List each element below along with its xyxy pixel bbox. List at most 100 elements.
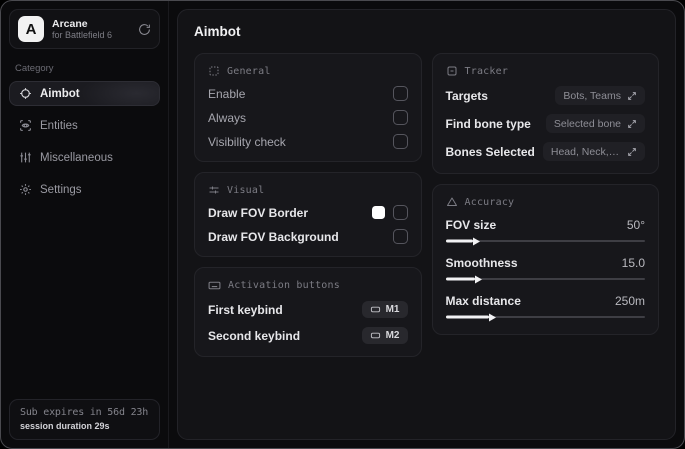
keyboard-icon: [208, 279, 221, 292]
control-group: [371, 205, 408, 220]
sub-expires-text: Sub expires in 56d 23h: [20, 407, 149, 418]
slider-value: 50°: [626, 218, 645, 232]
draw-fov-border-checkbox[interactable]: [392, 205, 408, 220]
bones-selected-dropdown[interactable]: Head, Neck, Body, Pe..: [542, 142, 645, 161]
sidebar-item-label: Settings: [40, 183, 82, 196]
card-title: General: [227, 65, 271, 77]
general-card: General Enable Always Visibility check: [194, 53, 422, 162]
second-keybind-button[interactable]: M2: [361, 327, 408, 344]
app-header: A Arcane for Battlefield 6: [9, 9, 160, 49]
main-panel: Aimbot General Enable Always Visibility …: [177, 9, 676, 440]
sidebar-item-settings[interactable]: Settings: [9, 177, 160, 202]
setting-row: Visibility check: [208, 134, 408, 149]
setting-row: Draw FOV Border: [208, 205, 408, 220]
sidebar: A Arcane for Battlefield 6 Category Aimb…: [1, 1, 169, 448]
app-name: Arcane: [52, 17, 88, 30]
app-logo: A: [18, 16, 44, 42]
scan-eye-icon: [19, 119, 32, 132]
slider-head: Max distance 250m: [446, 294, 646, 308]
fov-border-color-swatch[interactable]: [371, 206, 385, 219]
slider-fill: [445, 277, 476, 281]
setting-row: Draw FOV Background: [208, 229, 408, 244]
visual-card: Visual Draw FOV Border Draw FOV Backgrou…: [194, 172, 422, 257]
left-column: General Enable Always Visibility check V…: [194, 53, 422, 357]
first-keybind-button[interactable]: M1: [361, 301, 408, 318]
fov-size-row: FOV size 50°: [445, 218, 646, 246]
setting-label: Always: [208, 110, 247, 125]
mouse-icon: [370, 330, 381, 341]
max-distance-row: Max distance 250m: [445, 294, 646, 322]
slider-head: Smoothness 15.0: [446, 256, 646, 270]
setting-label: Max distance: [445, 294, 521, 308]
box-minus-icon: [446, 65, 458, 77]
app-meta: Arcane for Battlefield 6: [52, 18, 130, 40]
card-title: Visual: [227, 184, 265, 196]
card-title: Activation buttons: [228, 280, 340, 291]
right-column: Tracker Targets Bots, Teams Find bone ty…: [431, 53, 659, 335]
sidebar-item-label: Aimbot: [40, 87, 80, 100]
draw-fov-background-checkbox[interactable]: [392, 229, 408, 244]
card-title: Accuracy: [464, 196, 515, 208]
always-checkbox[interactable]: [392, 110, 408, 125]
find-bone-type-dropdown[interactable]: Selected bone: [545, 114, 645, 133]
accuracy-card: Accuracy FOV size 50° Smoothness 15.0 Ma…: [431, 184, 659, 335]
sidebar-item-aimbot[interactable]: Aimbot: [9, 81, 160, 106]
keybind-value: M1: [385, 304, 400, 315]
setting-row: Always: [208, 110, 408, 125]
sidebar-item-label: Entities: [40, 119, 78, 132]
smoothness-row: Smoothness 15.0: [445, 256, 646, 284]
slider-value: 15.0: [621, 256, 645, 270]
expand-icon: [627, 147, 637, 157]
setting-row: Find bone type Selected bone: [445, 114, 645, 133]
crosshair-icon: [19, 87, 32, 100]
activation-card-header: Activation buttons: [208, 279, 408, 292]
setting-label: Find bone type: [445, 116, 531, 131]
activation-card: Activation buttons First keybind M1 Seco…: [194, 267, 422, 357]
setting-label: Smoothness: [445, 256, 518, 270]
max-distance-slider[interactable]: [445, 312, 645, 322]
mouse-icon: [370, 304, 381, 315]
sync-icon[interactable]: [138, 23, 151, 36]
fov-size-slider[interactable]: [445, 236, 645, 246]
page-title: Aimbot: [194, 24, 241, 39]
sidebar-item-entities[interactable]: Entities: [9, 113, 160, 138]
gear-icon: [19, 183, 32, 196]
sidebar-item-miscellaneous[interactable]: Miscellaneous: [9, 145, 160, 170]
card-title: Tracker: [464, 65, 509, 77]
session-duration-text: session duration 29s: [20, 421, 110, 431]
keybind-value: M2: [385, 330, 400, 341]
app-window: A Arcane for Battlefield 6 Category Aimb…: [0, 0, 685, 449]
visual-card-header: Visual: [208, 184, 408, 196]
setting-row: First keybind M1: [208, 301, 408, 318]
setting-label: Bones Selected: [445, 144, 535, 159]
enable-checkbox[interactable]: [392, 86, 408, 101]
accuracy-card-header: Accuracy: [446, 196, 646, 208]
sidebar-nav: Aimbot Entities Miscellaneous Settings: [9, 81, 160, 202]
slider-head: FOV size 50°: [446, 218, 646, 232]
targets-dropdown[interactable]: Bots, Teams: [555, 86, 645, 105]
category-label: Category: [15, 63, 54, 74]
slider-fill: [445, 239, 474, 243]
setting-label: FOV size: [445, 218, 497, 232]
smoothness-slider[interactable]: [445, 274, 645, 284]
subscription-info: Sub expires in 56d 23h session duration …: [9, 399, 160, 440]
sliders-horizontal-icon: [208, 184, 220, 196]
visibility-check-checkbox[interactable]: [392, 134, 408, 149]
setting-label: First keybind: [208, 302, 283, 317]
expand-icon: [627, 119, 637, 129]
sliders-vertical-icon: [19, 151, 32, 164]
sidebar-item-label: Miscellaneous: [40, 151, 113, 164]
setting-label: Enable: [208, 86, 246, 101]
slider-fill: [445, 315, 490, 319]
setting-label: Draw FOV Background: [208, 229, 339, 244]
tracker-card: Tracker Targets Bots, Teams Find bone ty…: [431, 53, 659, 174]
content-columns: General Enable Always Visibility check V…: [194, 53, 659, 357]
expand-icon: [627, 91, 637, 101]
triangle-icon: [446, 196, 458, 208]
setting-row: Bones Selected Head, Neck, Body, Pe..: [445, 142, 645, 161]
setting-label: Draw FOV Border: [208, 205, 309, 220]
app-subtitle: for Battlefield 6: [52, 29, 113, 40]
dropdown-value: Bots, Teams: [563, 89, 621, 102]
setting-label: Targets: [445, 88, 488, 103]
setting-row: Enable: [208, 86, 408, 101]
